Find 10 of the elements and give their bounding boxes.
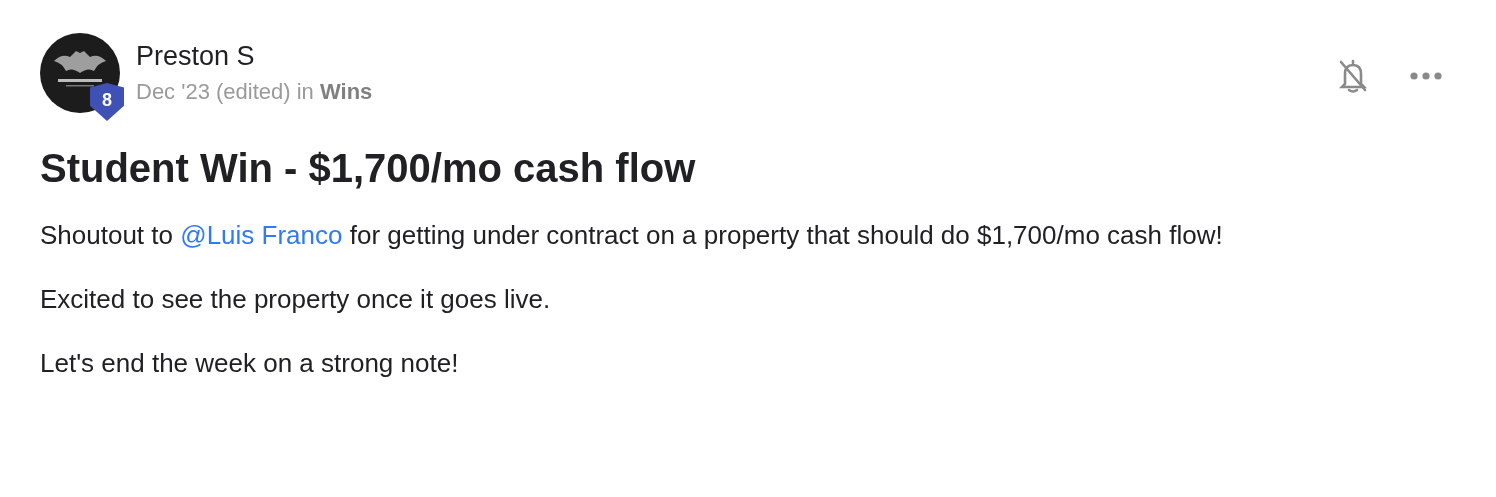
post-meta: Dec '23 (edited) in Wins: [136, 78, 373, 106]
post-title: Student Win - $1,700/mo cash flow: [40, 145, 697, 192]
mention-link[interactable]: @Luis Franco: [180, 220, 343, 250]
bell-off-icon[interactable]: [1338, 58, 1368, 94]
author-name[interactable]: Preston S: [136, 39, 373, 73]
level-badge: 8: [90, 83, 124, 121]
post-paragraph: Let's end the week on a strong note!: [40, 347, 460, 380]
post-paragraph: Excited to see the property once it goes live.: [40, 283, 552, 316]
post-paragraph: Shoutout to @Luis Franco for getting under contract on a property that should do $1,700/mo cash flow!: [40, 219, 1224, 252]
more-icon[interactable]: [1410, 72, 1442, 80]
